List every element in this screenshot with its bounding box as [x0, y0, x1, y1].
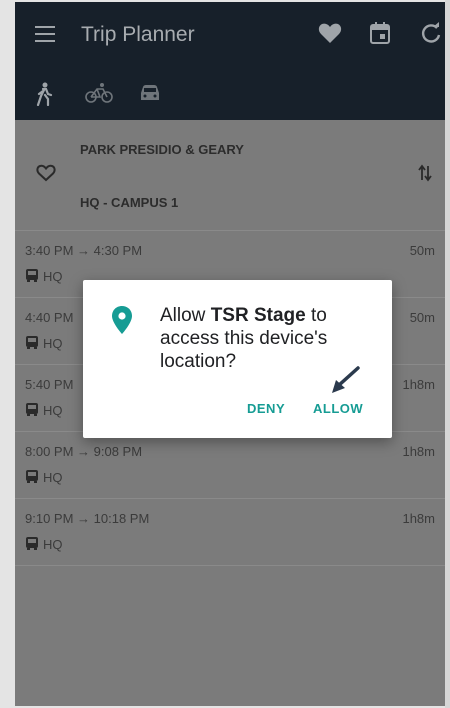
trip-duration: 50m	[409, 310, 435, 325]
trip-time: 5:40 PM	[25, 377, 74, 392]
app-bar: Trip Planner	[15, 2, 445, 70]
heart-outline-icon[interactable]	[36, 164, 56, 182]
bus-icon	[26, 537, 38, 550]
trip-duration: 1h8m	[402, 444, 435, 459]
trip-duration: 1h8m	[402, 377, 435, 392]
trip-time: 4:40 PM	[25, 310, 74, 325]
allow-button[interactable]: ALLOW	[313, 401, 363, 416]
trip-time: 3:40 PM → 4:30 PM	[25, 243, 143, 258]
trip-row[interactable]: 8:00 PM → 9:08 PM 1h8m HQ	[15, 432, 445, 499]
page-edge-shadow	[445, 0, 450, 708]
heart-icon[interactable]	[318, 22, 342, 44]
hamburger-menu-icon[interactable]	[35, 26, 55, 42]
trip-time: 8:00 PM → 9:08 PM	[25, 444, 143, 459]
refresh-icon[interactable]	[420, 22, 442, 44]
travel-mode-bar	[15, 70, 445, 120]
app-name: TSR Stage	[210, 305, 306, 326]
location-permission-dialog: Allow TSR Stage to access this device's …	[83, 280, 392, 438]
trip-destination: HQ	[43, 470, 63, 485]
trip-time: 9:10 PM → 10:18 PM	[25, 511, 150, 526]
deny-button[interactable]: DENY	[247, 401, 285, 416]
bus-icon	[26, 269, 38, 282]
bike-icon[interactable]	[85, 82, 113, 104]
app-title: Trip Planner	[81, 23, 195, 46]
car-icon[interactable]	[139, 82, 161, 104]
destination-label[interactable]: HQ - CAMPUS 1	[80, 195, 178, 210]
trip-destination: HQ	[43, 336, 63, 351]
phone-screen: Trip Planner PARK PRESIDIO & GEARY HQ - …	[15, 2, 445, 706]
trip-destination: HQ	[43, 403, 63, 418]
route-summary: PARK PRESIDIO & GEARY HQ - CAMPUS 1	[15, 120, 445, 231]
origin-label[interactable]: PARK PRESIDIO & GEARY	[80, 142, 244, 157]
trip-row[interactable]: 9:10 PM → 10:18 PM 1h8m HQ	[15, 499, 445, 566]
trip-destination: HQ	[43, 269, 63, 284]
pointer-arrow-icon	[332, 366, 360, 393]
bus-icon	[26, 403, 38, 416]
walk-icon[interactable]	[35, 82, 53, 106]
calendar-icon[interactable]	[370, 22, 390, 44]
trip-duration: 50m	[409, 243, 435, 258]
trip-duration: 1h8m	[402, 511, 435, 526]
trip-destination: HQ	[43, 537, 63, 552]
location-pin-icon	[112, 306, 132, 334]
message-prefix: Allow	[160, 305, 211, 326]
swap-vertical-icon[interactable]	[418, 164, 432, 182]
bus-icon	[26, 336, 38, 349]
permission-message: Allow TSR Stage to access this device's …	[160, 304, 375, 373]
bus-icon	[26, 470, 38, 483]
